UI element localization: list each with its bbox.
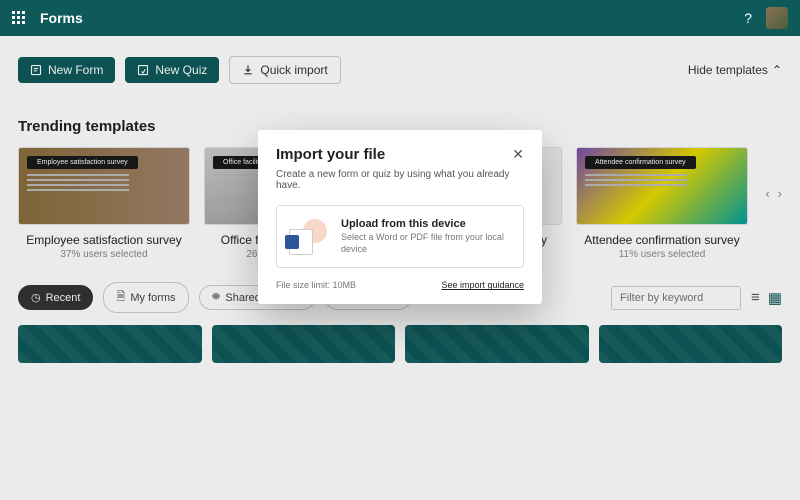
modal-title: Import your file	[276, 146, 385, 163]
upload-title: Upload from this device	[341, 218, 511, 230]
close-icon: ✕	[512, 146, 524, 162]
upload-from-device-button[interactable]: Upload from this device Select a Word or…	[276, 205, 524, 268]
close-button[interactable]: ✕	[512, 146, 524, 163]
modal-subtitle: Create a new form or quiz by using what …	[276, 169, 524, 191]
upload-document-icon	[289, 219, 329, 255]
app-title: Forms	[40, 10, 83, 26]
file-size-limit: File size limit: 10MB	[276, 280, 356, 290]
app-launcher-icon[interactable]	[12, 11, 26, 25]
import-modal: Import your file ✕ Create a new form or …	[258, 130, 542, 304]
help-icon[interactable]: ?	[744, 10, 752, 26]
import-guidance-link[interactable]: See import guidance	[441, 280, 524, 290]
avatar[interactable]	[766, 7, 788, 29]
upload-desc: Select a Word or PDF file from your loca…	[341, 232, 511, 255]
top-bar: Forms ?	[0, 0, 800, 36]
